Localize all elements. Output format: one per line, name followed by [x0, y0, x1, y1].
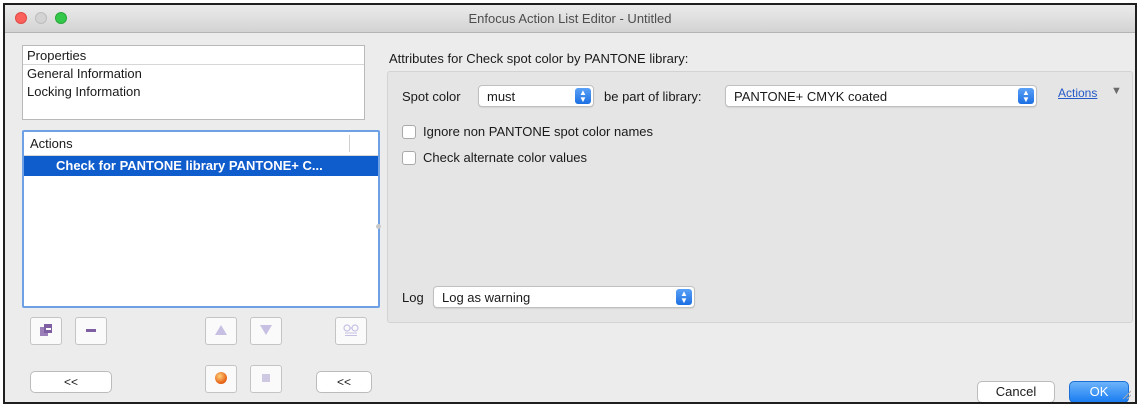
log-level-value: Log as warning — [442, 290, 531, 305]
glasses-icon — [342, 321, 360, 342]
stop-icon — [260, 372, 272, 387]
move-up-button[interactable] — [205, 317, 237, 345]
title-bar[interactable]: Enfocus Action List Editor - Untitled — [5, 5, 1135, 33]
actions-list-header: Actions — [24, 132, 378, 156]
action-list-item[interactable]: Check for PANTONE library PANTONE+ C... — [24, 156, 378, 176]
window-title: Enfocus Action List Editor - Untitled — [468, 11, 672, 26]
select-arrows-icon: ▲ ▼ — [676, 289, 692, 305]
move-down-button[interactable] — [250, 317, 282, 345]
check-alternate-values-option[interactable]: Check alternate color values — [402, 150, 587, 165]
ignore-non-pantone-option[interactable]: Ignore non PANTONE spot color names — [402, 124, 653, 139]
spot-color-mode-value: must — [487, 89, 516, 104]
log-level-select[interactable]: Log as warning ▲ ▼ — [433, 286, 695, 308]
library-label: be part of library: — [604, 89, 702, 104]
remove-action-icon — [83, 322, 99, 341]
library-select[interactable]: PANTONE+ CMYK coated ▲ ▼ — [725, 85, 1037, 107]
properties-header: Properties — [23, 46, 364, 65]
collapse-left-button[interactable]: << — [30, 371, 112, 393]
collapse-middle-button[interactable]: << — [316, 371, 372, 393]
library-value: PANTONE+ CMYK coated — [734, 89, 888, 104]
record-button[interactable] — [205, 365, 237, 393]
spot-color-mode-select[interactable]: must ▲ ▼ — [478, 85, 594, 107]
actions-list: Actions Check for PANTONE library PANTON… — [22, 130, 380, 308]
ok-button[interactable]: OK — [1069, 381, 1129, 402]
cancel-button[interactable]: Cancel — [977, 381, 1055, 402]
column-separator[interactable] — [349, 135, 350, 152]
ignore-non-pantone-label: Ignore non PANTONE spot color names — [423, 124, 654, 139]
actions-header-label: Actions — [30, 136, 73, 151]
check-alternate-values-label: Check alternate color values — [423, 150, 588, 165]
properties-list: Properties General Information Locking I… — [22, 45, 365, 120]
spot-color-label: Spot color — [402, 89, 461, 104]
stop-button[interactable] — [250, 365, 282, 393]
log-label: Log — [402, 290, 424, 305]
actions-menu-link[interactable]: Actions — [1058, 86, 1097, 100]
properties-item-general[interactable]: General Information — [23, 65, 364, 83]
remove-action-button[interactable] — [75, 317, 107, 345]
attributes-heading: Attributes for Check spot color by PANTO… — [389, 51, 689, 66]
preview-button[interactable] — [335, 317, 367, 345]
triangle-down-icon[interactable]: ▼ — [1111, 85, 1122, 97]
record-icon — [214, 371, 228, 388]
add-action-icon — [38, 322, 54, 341]
arrow-down-icon — [259, 324, 273, 339]
ignore-non-pantone-checkbox[interactable] — [402, 124, 416, 139]
resize-grip-icon[interactable] — [1121, 389, 1131, 399]
splitter-handle[interactable] — [376, 224, 381, 229]
editor-window: Enfocus Action List Editor - Untitled Pr… — [3, 3, 1137, 404]
select-arrows-icon: ▲ ▼ — [1018, 88, 1034, 104]
add-action-button[interactable] — [30, 317, 62, 345]
select-arrows-icon: ▲ ▼ — [575, 88, 591, 104]
check-alternate-values-checkbox[interactable] — [402, 150, 416, 165]
properties-item-locking[interactable]: Locking Information — [23, 83, 364, 101]
arrow-up-icon — [214, 324, 228, 339]
